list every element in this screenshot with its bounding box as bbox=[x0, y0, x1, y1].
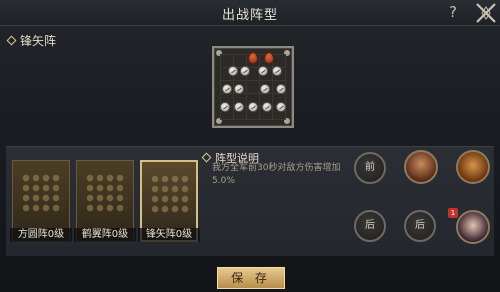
formation-card-label: 方圆阵0级 bbox=[10, 228, 72, 242]
formation-pattern-icon bbox=[150, 174, 192, 214]
commander-marker-icon bbox=[248, 52, 258, 64]
help-icon[interactable]: ? bbox=[444, 3, 462, 21]
formation-name-heading: 锋矢阵 bbox=[6, 32, 57, 49]
hero-avatar[interactable] bbox=[404, 150, 438, 184]
soldier-piece-icon bbox=[228, 66, 238, 76]
diamond-icon bbox=[201, 152, 212, 163]
soldier-piece-icon bbox=[258, 66, 268, 76]
soldier-piece-icon bbox=[220, 102, 230, 112]
close-icon[interactable] bbox=[474, 2, 498, 24]
formation-card-label: 鹤翼阵0级 bbox=[74, 228, 136, 242]
soldier-piece-icon bbox=[276, 102, 286, 112]
formation-card-label: 锋矢阵0级 bbox=[138, 228, 200, 242]
soldier-piece-icon bbox=[234, 84, 244, 94]
soldier-piece-icon bbox=[260, 84, 270, 94]
soldier-piece-icon bbox=[222, 84, 232, 94]
soldier-piece-icon bbox=[276, 84, 286, 94]
commander-marker-icon bbox=[264, 52, 274, 64]
page-title: 出战阵型 bbox=[221, 8, 278, 23]
hero-avatar[interactable] bbox=[456, 210, 490, 244]
front-slot[interactable]: 前 bbox=[354, 152, 386, 184]
back-slot[interactable]: 后 bbox=[404, 210, 436, 242]
soldier-piece-icon bbox=[272, 66, 282, 76]
formation-pattern-icon bbox=[85, 173, 127, 213]
back-slot[interactable]: 后 bbox=[354, 210, 386, 242]
save-button[interactable]: 保 存 bbox=[217, 267, 285, 289]
title-bar: 出战阵型 ? bbox=[0, 0, 500, 26]
soldier-piece-icon bbox=[248, 102, 258, 112]
soldier-piece-icon bbox=[234, 102, 244, 112]
diamond-icon bbox=[6, 35, 17, 46]
formation-name: 锋矢阵 bbox=[20, 34, 57, 48]
hero-rank-badge: 1 bbox=[448, 208, 458, 218]
hero-avatar[interactable] bbox=[456, 150, 490, 184]
description-text: 我方全军前30秒对敌方伤害增加5.0% bbox=[212, 163, 341, 186]
formation-pattern-icon bbox=[21, 173, 63, 213]
formation-board bbox=[212, 46, 294, 128]
soldier-piece-icon bbox=[240, 66, 250, 76]
soldier-piece-icon bbox=[262, 102, 272, 112]
